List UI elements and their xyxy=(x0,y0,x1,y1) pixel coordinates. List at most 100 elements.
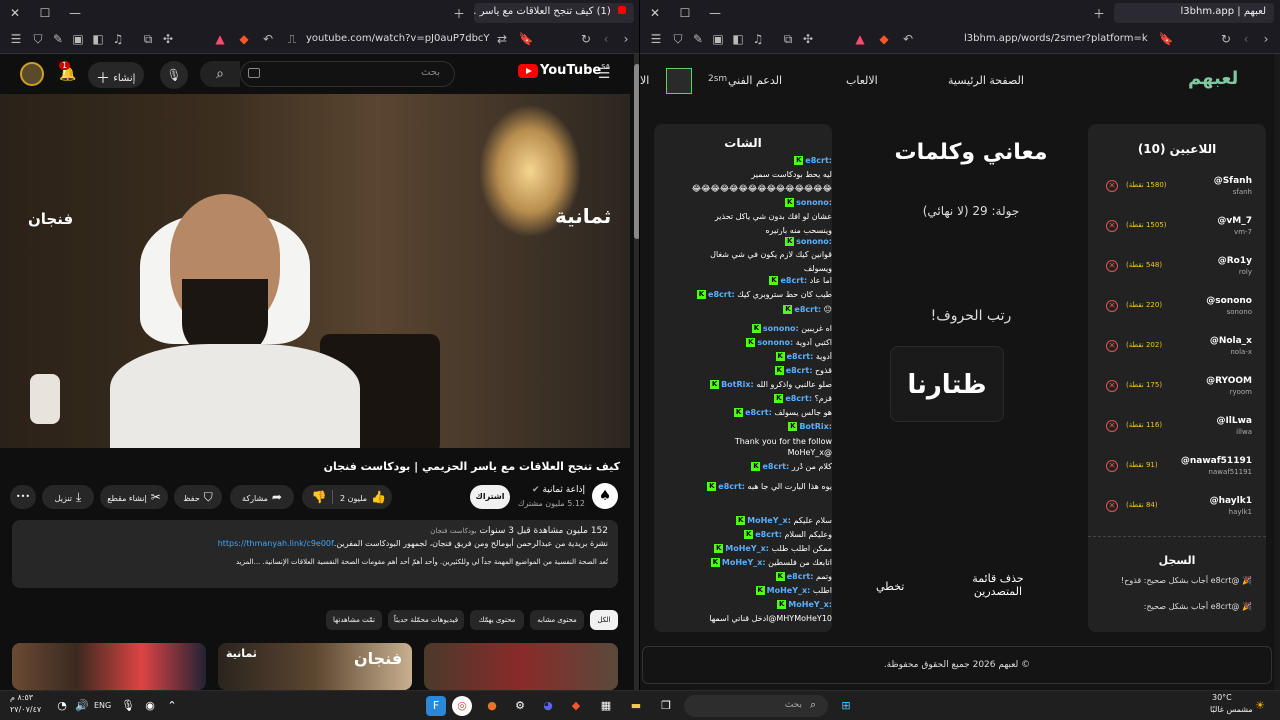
recommended-video-thumb[interactable] xyxy=(424,643,618,690)
keyboard-icon[interactable] xyxy=(248,68,260,78)
remove-player-icon[interactable]: ✕ xyxy=(1106,220,1118,232)
maximize-window-icon[interactable]: ☐ xyxy=(36,4,54,22)
back-icon[interactable]: ‹ xyxy=(598,31,614,47)
puzzle-icon[interactable]: ✣ xyxy=(160,31,176,47)
chat-username[interactable]: Ke8crt: xyxy=(769,276,807,286)
remove-player-icon[interactable]: ✕ xyxy=(1106,500,1118,512)
account-avatar[interactable] xyxy=(20,62,44,86)
description-link[interactable]: https://thmanyah.link/c9e00f xyxy=(218,539,334,548)
chip-watched[interactable]: تمّت مشاهدتها xyxy=(326,610,382,630)
menu-icon[interactable]: ☰ xyxy=(648,31,664,47)
weather-temp[interactable]: 30°C xyxy=(1212,693,1232,702)
chat-username[interactable]: Ke8crt: xyxy=(734,408,772,418)
chat-username[interactable]: K MoHeY_x: xyxy=(736,516,791,526)
share-button[interactable]: مشاركة ➦ xyxy=(230,485,294,509)
chat-username[interactable]: K BotRix: xyxy=(788,422,832,432)
recommended-video-thumb[interactable]: ثمانية فنجان xyxy=(218,643,412,690)
chat-username[interactable]: K MoHeY_x: xyxy=(755,586,810,596)
chat-username[interactable]: Ke8crt: xyxy=(783,305,821,315)
screenshot-icon[interactable]: ⧉ xyxy=(780,31,796,47)
chat-username[interactable]: K MoHeY_x: xyxy=(777,600,832,610)
brave-shield-icon[interactable]: ◆ xyxy=(236,31,252,47)
recommended-video-thumb[interactable] xyxy=(12,643,206,690)
discord-icon[interactable]: ◕ xyxy=(538,696,558,716)
video-player[interactable]: فنجان ثمانية xyxy=(0,94,630,448)
chat-username[interactable]: Ksonono: xyxy=(785,198,832,208)
screenshot-icon[interactable]: ⧉ xyxy=(140,31,156,47)
voice-search-button[interactable]: 🎙 xyxy=(160,61,188,89)
steam-icon[interactable]: ⚙ xyxy=(510,696,530,716)
menu-icon[interactable]: ☰ xyxy=(8,31,24,47)
save-button[interactable]: حفظ ⛉ xyxy=(174,485,222,509)
new-tab-icon[interactable]: ＋ xyxy=(1090,4,1108,22)
forward-icon[interactable]: › xyxy=(1258,31,1274,47)
reload-page-icon[interactable]: ↶ xyxy=(900,31,916,47)
share-url-icon[interactable]: ⇄ xyxy=(494,31,510,47)
file-explorer-icon[interactable]: ▬ xyxy=(626,696,646,716)
username-label[interactable]: 2sm xyxy=(708,74,727,84)
sidebar-icon[interactable]: ◧ xyxy=(90,31,106,47)
forward-icon[interactable]: › xyxy=(618,31,634,47)
skip-button[interactable]: تخطي xyxy=(876,580,904,593)
chat-username[interactable]: K MoHeY_x: xyxy=(710,558,766,568)
show-hidden-icons-icon[interactable]: ⌃ xyxy=(162,696,182,716)
chip-for-you[interactable]: محتوى يهمّك xyxy=(470,610,524,630)
weather-desc[interactable]: مشمس غالبًا xyxy=(1210,705,1253,714)
video-description[interactable]: 152 مليون مشاهدة قبل 3 سنوات بودكاست فنج… xyxy=(12,520,618,588)
chrome-icon[interactable]: ◎ xyxy=(452,696,472,716)
chat-username[interactable]: Ksonono: xyxy=(746,338,793,348)
wallet-icon[interactable]: ▣ xyxy=(710,31,726,47)
more-actions-button[interactable]: ••• xyxy=(10,485,36,509)
brave-shield-icon[interactable]: ◆ xyxy=(876,31,892,47)
like-button[interactable]: 2 مليون 👍 xyxy=(334,485,392,511)
bookmark-icon[interactable]: 🔖 xyxy=(1158,31,1174,47)
language-indicator[interactable]: ENG xyxy=(94,701,111,710)
chat-username[interactable]: Ke8crt: xyxy=(707,482,745,492)
search-button[interactable]: ⌕ xyxy=(200,61,240,87)
clock-time[interactable]: ٨:٥٣ م xyxy=(10,693,33,702)
back-icon[interactable]: ‹ xyxy=(1238,31,1254,47)
remove-player-icon[interactable]: ✕ xyxy=(1106,260,1118,272)
search-input[interactable]: بحث xyxy=(240,61,455,87)
new-tab-icon[interactable]: ＋ xyxy=(450,4,468,22)
tab-l3bhm[interactable]: لعبهم | l3bhm.app xyxy=(1114,3,1274,23)
chat-username[interactable]: Ke8crt: xyxy=(751,462,789,472)
notifications-icon[interactable]: ◔ xyxy=(52,696,72,716)
remove-player-icon[interactable]: ✕ xyxy=(1106,380,1118,392)
chip-similar[interactable]: محتوى مشابه xyxy=(530,610,584,630)
close-window-icon[interactable]: ✕ xyxy=(6,4,24,22)
sidebar-icon[interactable]: ◧ xyxy=(730,31,746,47)
vpn-icon[interactable]: ▲ xyxy=(852,31,868,47)
puzzle-icon[interactable]: ✣ xyxy=(800,31,816,47)
taskbar-app-icon[interactable]: F xyxy=(426,696,446,716)
shield-icon[interactable]: ⛉ xyxy=(670,31,686,47)
minimize-window-icon[interactable]: — xyxy=(706,4,724,22)
vpn-icon[interactable]: ▲ xyxy=(212,31,228,47)
mic-tray-icon[interactable]: 🎙 xyxy=(118,696,138,716)
wallet-icon[interactable]: ▣ xyxy=(70,31,86,47)
url-bar[interactable]: l3bhm.app/words/2smer?platform=kick xyxy=(958,30,1148,50)
taskbar-search-input[interactable]: بحث xyxy=(684,695,828,717)
task-view-icon[interactable]: ❐ xyxy=(656,696,676,716)
site-logo[interactable]: لعبهم xyxy=(1188,68,1238,89)
chip-all[interactable]: الكل xyxy=(590,610,618,630)
extension-icon[interactable]: ✎ xyxy=(690,31,706,47)
remove-player-icon[interactable]: ✕ xyxy=(1106,180,1118,192)
remove-player-icon[interactable]: ✕ xyxy=(1106,340,1118,352)
shield-icon[interactable]: ⛉ xyxy=(30,31,46,47)
refresh-icon[interactable]: ↻ xyxy=(578,31,594,47)
minimize-window-icon[interactable]: — xyxy=(66,4,84,22)
music-icon[interactable]: ♫ xyxy=(750,31,766,47)
clear-leaderboard-button[interactable]: حذف قائمة المتصدرين xyxy=(958,572,1038,598)
tab-youtube[interactable]: (1) كيف تنجح العلاقات مع ياسر ... xyxy=(474,3,634,23)
refresh-icon[interactable]: ↻ xyxy=(1218,31,1234,47)
chat-username[interactable]: Ke8crt: xyxy=(697,290,735,300)
download-button[interactable]: تنزيل ⤓ xyxy=(42,485,94,509)
remove-player-icon[interactable]: ✕ xyxy=(1106,460,1118,472)
brave-icon[interactable]: ◆ xyxy=(566,696,586,716)
user-avatar[interactable] xyxy=(666,68,692,94)
site-info-icon[interactable]: ⎍ xyxy=(284,31,300,47)
reload-page-icon[interactable]: ↶ xyxy=(260,31,276,47)
url-bar[interactable]: youtube.com/watch?v=pJ0auP7dbcY&t=1... xyxy=(300,30,490,50)
nav-games[interactable]: الالعاب xyxy=(846,74,878,87)
